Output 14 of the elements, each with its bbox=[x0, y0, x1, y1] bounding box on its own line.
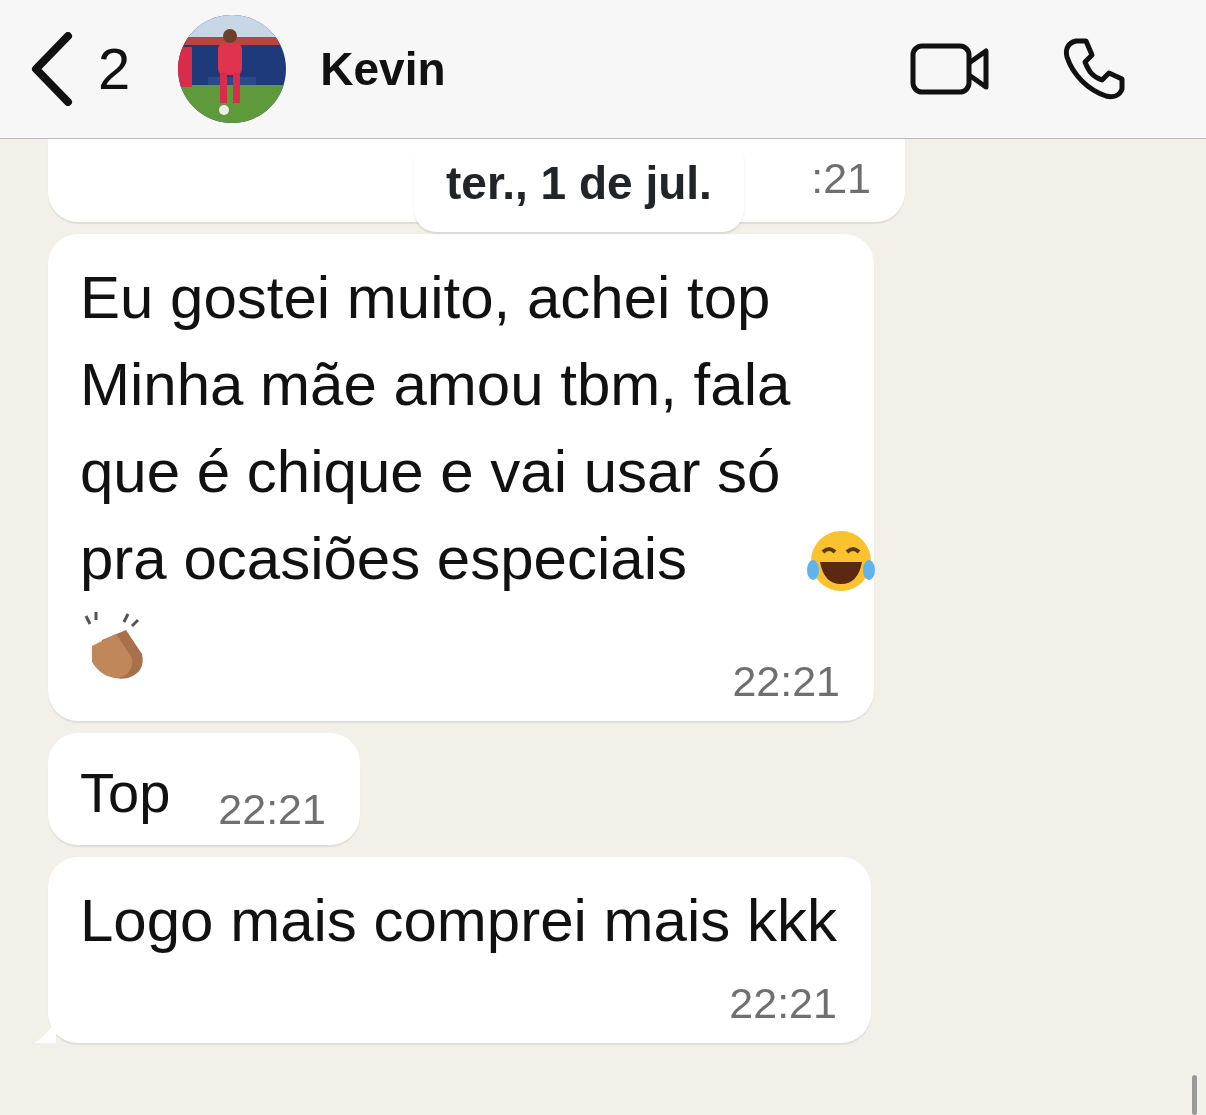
message-text: Logo mais comprei mais kkk bbox=[80, 886, 837, 956]
date-label: ter., 1 de jul. bbox=[414, 139, 744, 232]
message-time: 22:21 bbox=[729, 982, 837, 1025]
contact-name: Kevin bbox=[320, 41, 446, 97]
message-text: Eu gostei muito, achei top Minha mãe amou tbm, fala que é chique e vai usar só pra ocasiões especiais bbox=[80, 263, 792, 594]
message-text: Top bbox=[80, 760, 171, 826]
phone-icon[interactable] bbox=[1062, 37, 1126, 101]
video-call-icon[interactable] bbox=[910, 43, 990, 95]
message-time: 22:21 bbox=[732, 660, 840, 703]
scroll-bar bbox=[1192, 1075, 1197, 1115]
message-time: 22:21 bbox=[218, 788, 326, 831]
message-time: :21 bbox=[811, 157, 871, 200]
laughing-emoji-icon bbox=[806, 528, 876, 594]
unread-count: 2 bbox=[98, 40, 131, 98]
